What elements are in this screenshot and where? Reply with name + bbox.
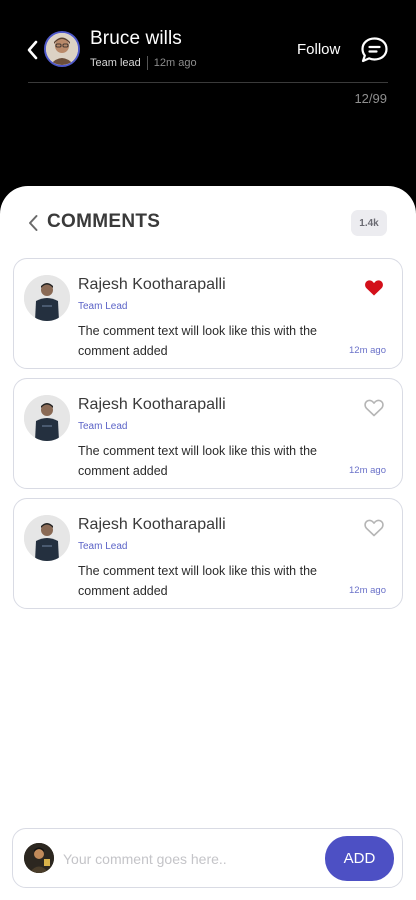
comments-title: COMMENTS (47, 211, 161, 232)
commenter-name: Rajesh Kootharapalli (78, 276, 226, 293)
back-button[interactable] (24, 38, 40, 62)
header-divider (28, 82, 388, 83)
avatar-image (24, 275, 70, 321)
comment-card: Rajesh Kootharapalli Team Lead The comme… (13, 498, 403, 609)
comments-header: COMMENTS 1.4k (0, 186, 416, 258)
commenter-avatar[interactable] (24, 275, 70, 321)
meta-divider (146, 56, 148, 70)
comment-time: 12m ago (349, 585, 386, 596)
comment-card: Rajesh Kootharapalli Team Lead The comme… (13, 378, 403, 489)
commenter-role: Team Lead (78, 301, 128, 312)
profile-header: Bruce wills Team lead 12m ago Follow 12/… (0, 0, 416, 200)
avatar-image (24, 843, 54, 873)
chevron-left-icon (27, 40, 38, 60)
commenter-name: Rajesh Kootharapalli (78, 516, 226, 533)
commenter-role: Team Lead (78, 541, 128, 552)
comment-time: 12m ago (349, 465, 386, 476)
current-user-avatar[interactable] (24, 843, 54, 873)
follow-button[interactable]: Follow (297, 41, 340, 58)
profile-meta: Team lead 12m ago (90, 56, 197, 70)
comment-text: The comment text will look like this wit… (78, 324, 317, 358)
add-comment-button[interactable]: ADD (325, 836, 394, 881)
profile-role: Team lead (90, 57, 141, 69)
comment-text: The comment text will look like this wit… (78, 564, 317, 598)
like-button[interactable] (364, 279, 384, 297)
item-counter: 12/99 (354, 91, 387, 106)
like-button[interactable] (364, 399, 384, 417)
profile-name: Bruce wills (90, 28, 182, 49)
avatar-image (24, 395, 70, 441)
comments-count-badge: 1.4k (351, 210, 387, 236)
commenter-role: Team Lead (78, 421, 128, 432)
commenter-avatar[interactable] (24, 515, 70, 561)
heart-filled-icon (365, 280, 383, 296)
avatar[interactable] (44, 31, 80, 67)
commenter-avatar[interactable] (24, 395, 70, 441)
avatar-image (46, 33, 78, 65)
profile-time: 12m ago (153, 57, 197, 69)
like-button[interactable] (364, 519, 384, 537)
avatar-image (24, 515, 70, 561)
comment-card: Rajesh Kootharapalli Team Lead The comme… (13, 258, 403, 369)
heart-outline-icon (364, 519, 384, 537)
comment-composer: ADD (12, 828, 403, 888)
comments-back-button[interactable] (27, 214, 39, 232)
heart-outline-icon (364, 399, 384, 417)
chat-bubble-icon (361, 37, 388, 63)
chat-button[interactable] (360, 36, 389, 64)
chevron-left-icon (29, 215, 38, 231)
commenter-name: Rajesh Kootharapalli (78, 396, 226, 413)
comment-text: The comment text will look like this wit… (78, 444, 317, 478)
comment-input[interactable] (63, 844, 313, 874)
comment-time: 12m ago (349, 345, 386, 356)
